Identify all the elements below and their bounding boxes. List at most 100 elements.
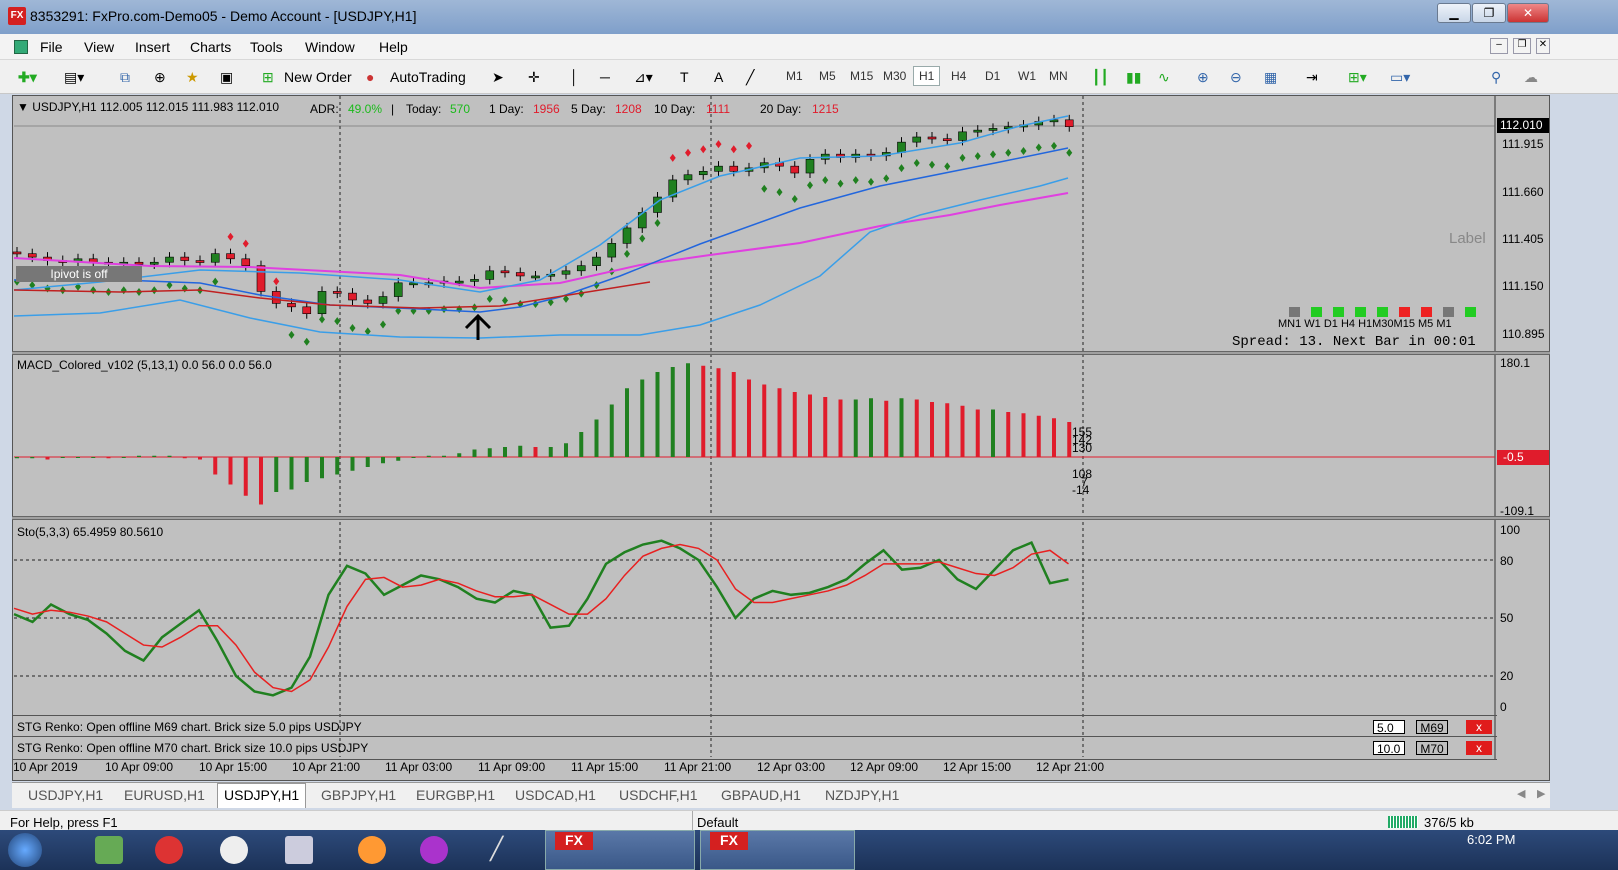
macd-bar [823,397,828,457]
macd-bar [1036,415,1041,457]
macd-bar [914,399,919,457]
price-tick: 111.150 [1502,279,1544,293]
renko-chart-button[interactable]: M69 [1416,720,1448,735]
sar-dot [242,239,249,248]
timeframe-status-box [1421,307,1432,317]
time-axis-label: 10 Apr 2019 [13,760,78,774]
candle [27,253,37,258]
taskbar-app-icon[interactable] [95,836,123,864]
candle [454,280,464,284]
macd-bar [243,457,248,496]
tab-usdchf-h1[interactable]: USDCHF,H1 [613,787,704,803]
pane-separator[interactable] [12,516,1550,520]
timeframe-status-box [1311,307,1322,317]
timeframe-status-labels: MN1 W1 D1 H4 H1M30M15 M5 M1 [1278,318,1452,330]
sar-dot [181,284,188,293]
time-axis-label: 10 Apr 15:00 [199,760,268,774]
sar-dot [151,286,158,295]
candle [165,256,174,263]
macd-bar [381,457,385,464]
tab-usdjpy-h1-active[interactable]: USDJPY,H1 [217,783,307,808]
macd-bar [945,403,950,457]
tab-gbpaud-h1[interactable]: GBPAUD,H1 [715,787,807,803]
tab-eurgbp-h1[interactable]: EURGBP,H1 [410,787,501,803]
ipivot-button[interactable]: Ipivot is off [16,266,142,282]
renko-chart-button[interactable]: M70 [1416,741,1448,756]
stoch-header: Sto(5,3,3) 65.4959 80.5610 [17,525,164,539]
macd-bar [1052,418,1056,457]
macd-bar [1006,412,1011,457]
sar-dot [1020,146,1027,155]
macd-bar [213,457,218,475]
timeframe-status-box [1377,307,1388,317]
renko-close-button[interactable]: x [1466,741,1492,755]
sar-dot [685,148,691,157]
tabs-scroll-left-icon[interactable]: ◀ [1517,787,1525,800]
candle [180,256,190,261]
sar-dot [1035,143,1042,152]
macd-bar [884,400,889,457]
sar-dot [1066,148,1073,157]
macd-bar [579,432,584,457]
chrome-icon[interactable] [155,836,183,864]
stoch-tick: 50 [1500,611,1514,625]
chart-collapse-icon[interactable]: ▼ [17,100,32,114]
sar-dot [624,249,630,258]
macd-bar [991,409,995,457]
stoch-tick: 100 [1500,523,1521,537]
macd-bar [442,455,446,457]
macd-bar [625,388,629,457]
sar-dot [654,219,661,228]
candle [134,261,144,265]
sar-dot [349,323,356,332]
tab-usdjpy-h1[interactable]: USDJPY,H1 [22,787,109,803]
sar-dot [380,320,386,329]
status-traffic: 376/5 kb [1424,815,1474,830]
timeframe-status-box [1465,307,1476,317]
macd-bar [762,384,767,457]
macd-bar [747,379,751,457]
price-tick: 111.915 [1502,137,1544,151]
tab-nzdjpy-h1[interactable]: NZDJPY,H1 [819,787,905,803]
tab-usdcad-h1[interactable]: USDCAD,H1 [509,787,602,803]
candle [592,256,601,266]
macd-bar [274,457,279,492]
tabs-scroll-right-icon[interactable]: ▶ [1537,787,1545,800]
pane-separator[interactable] [12,351,1550,355]
renko-close-button[interactable]: x [1466,720,1492,734]
macd-bar [91,457,96,458]
candle [332,291,342,294]
macd-bar [365,457,370,467]
macd-bar [503,447,507,457]
macd-bar [167,455,172,457]
sar-dot [898,164,905,173]
candle [393,282,403,297]
macd-bar [457,453,462,457]
taskbar-app-icon[interactable] [220,836,248,864]
renko-brick-size[interactable]: 10.0 [1373,741,1405,756]
sar-dot [715,140,722,149]
taskbar-app-icon[interactable] [358,836,386,864]
signal-arrow-icon [464,313,492,340]
macd-bar [60,457,65,458]
taskbar-app-icon[interactable] [285,836,313,864]
candle [897,141,906,153]
connection-bars-icon [1388,816,1418,828]
sar-dot [1051,141,1057,150]
macd-bar [396,457,401,461]
sar-dot [700,145,707,154]
candle [485,270,495,280]
candle [363,299,373,304]
start-button[interactable] [8,833,42,867]
renko-brick-size[interactable]: 5.0 [1373,720,1405,735]
macd-bar [518,445,523,457]
time-axis-label: 12 Apr 15:00 [943,760,1012,774]
sar-dot [959,153,966,162]
price-tick: 111.660 [1502,185,1544,199]
taskbar-app-icon[interactable]: ╱ [490,836,518,864]
taskbar-app-icon[interactable] [420,836,448,864]
macd-bar [655,372,660,457]
macd-bar [899,398,904,457]
tab-gbpjpy-h1[interactable]: GBPJPY,H1 [315,787,402,803]
tab-eurusd-h1[interactable]: EURUSD,H1 [118,787,211,803]
